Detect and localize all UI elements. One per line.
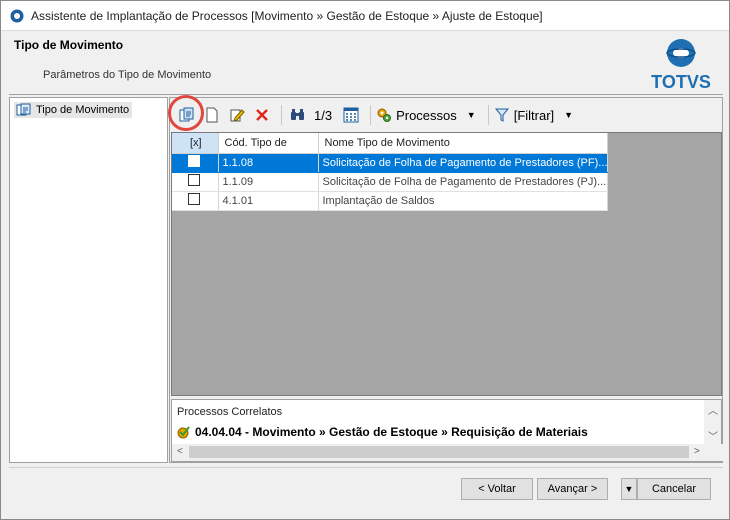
toolbar-separator [487, 105, 489, 125]
vertical-scrollbar[interactable]: ︿ ﹀ [704, 400, 721, 445]
column-header-code[interactable]: Cód. Tipo de [218, 133, 319, 154]
chevron-down-icon: ▼ [466, 110, 476, 120]
grid-toolbar: 1/3 Processos ▼ [Filtrar] ▼ [168, 95, 722, 132]
table-row[interactable]: 1.1.08 Solicitação de Folha de Pagamento… [172, 153, 609, 173]
options-menu-button[interactable]: ▼ [621, 478, 637, 500]
processos-button[interactable]: Processos ▼ [376, 103, 480, 127]
copy-records-icon [179, 107, 194, 122]
row-name: Implantação de Saldos [318, 191, 609, 211]
records-table: [x] Cód. Tipo de Nome Tipo de Movimento … [172, 133, 609, 211]
tree-node-icon [16, 103, 31, 116]
totvs-logo: TOTVS [645, 36, 717, 94]
related-processes-panel: Processos Correlatos 04.04.04 - Moviment… [171, 399, 723, 462]
app-icon [10, 9, 24, 22]
delete-record-button[interactable] [251, 103, 273, 127]
row-code: 4.1.01 [218, 191, 319, 211]
row-code: 1.1.08 [218, 153, 319, 173]
toolbar-separator [370, 105, 372, 125]
row-checkbox[interactable] [188, 155, 200, 167]
scroll-right-icon[interactable]: > [694, 446, 700, 457]
footer-divider [9, 467, 723, 468]
column-header-select[interactable]: [x] [172, 133, 219, 154]
chevron-down-icon: ▼ [624, 484, 634, 494]
related-processes-title: Processos Correlatos [177, 406, 283, 418]
processos-label: Processos [396, 107, 457, 123]
step-title: Tipo de Movimento [14, 38, 124, 52]
step-tree: Tipo de Movimento [9, 97, 168, 463]
edit-icon [230, 109, 245, 122]
find-button[interactable] [287, 103, 309, 127]
scroll-left-icon[interactable]: < [177, 446, 183, 457]
grid-view-button[interactable] [340, 103, 362, 127]
tree-item-label: Tipo de Movimento [36, 104, 130, 116]
edit-record-button[interactable] [226, 103, 248, 127]
toolbar-separator [281, 105, 282, 125]
next-button[interactable]: Avançar > [537, 478, 608, 500]
new-document-icon [206, 107, 218, 123]
grid-icon [343, 107, 359, 123]
gears-icon [377, 108, 392, 122]
logo-text: TOTVS [651, 72, 711, 92]
records-grid: [x] Cód. Tipo de Nome Tipo de Movimento … [171, 132, 722, 396]
column-header-name[interactable]: Nome Tipo de Movimento [318, 133, 609, 154]
new-record-button[interactable] [201, 103, 223, 127]
filter-label: [Filtrar] [513, 107, 555, 123]
table-row[interactable]: 1.1.09 Solicitação de Folha de Pagamento… [172, 172, 609, 192]
related-process-label: 04.04.04 - Movimento » Gestão de Estoque… [195, 425, 588, 439]
scroll-thumb[interactable] [189, 446, 689, 458]
chevron-down-icon: ▼ [564, 110, 574, 120]
row-checkbox[interactable] [188, 193, 200, 205]
scroll-up-icon[interactable]: ︿ [708, 402, 718, 417]
table-row[interactable]: 4.1.01 Implantação de Saldos [172, 191, 609, 211]
binoculars-icon [291, 109, 304, 120]
row-code: 1.1.09 [218, 172, 319, 192]
process-check-icon [177, 426, 190, 439]
filter-button[interactable]: [Filtrar] ▼ [494, 103, 573, 127]
row-name: Solicitação de Folha de Pagamento de Pre… [318, 153, 609, 173]
back-button[interactable]: < Voltar [461, 478, 533, 500]
horizontal-scrollbar[interactable]: < > [172, 444, 723, 461]
row-checkbox[interactable] [188, 174, 200, 186]
step-header: Tipo de Movimento Parâmetros do Tipo de … [9, 32, 723, 95]
tree-item-tipo-de-movimento[interactable]: Tipo de Movimento [14, 102, 133, 118]
main-panel: 1/3 Processos ▼ [Filtrar] ▼ [x] Cód. Tip… [168, 95, 723, 463]
cancel-button[interactable]: Cancelar [637, 478, 711, 500]
copy-record-button[interactable] [168, 95, 204, 131]
page-indicator: 1/3 [314, 107, 333, 123]
scroll-down-icon[interactable]: ﹀ [708, 428, 718, 443]
filter-icon [494, 108, 509, 122]
step-subtitle: Parâmetros do Tipo de Movimento [43, 69, 212, 81]
related-process-link[interactable]: 04.04.04 - Movimento » Gestão de Estoque… [176, 424, 588, 440]
title-bar: Assistente de Implantação de Processos [… [1, 1, 729, 31]
window-title: Assistente de Implantação de Processos [… [31, 8, 543, 23]
row-name: Solicitação de Folha de Pagamento de Pre… [318, 172, 609, 192]
delete-icon [256, 109, 268, 121]
wizard-window: Assistente de Implantação de Processos [… [0, 0, 730, 520]
